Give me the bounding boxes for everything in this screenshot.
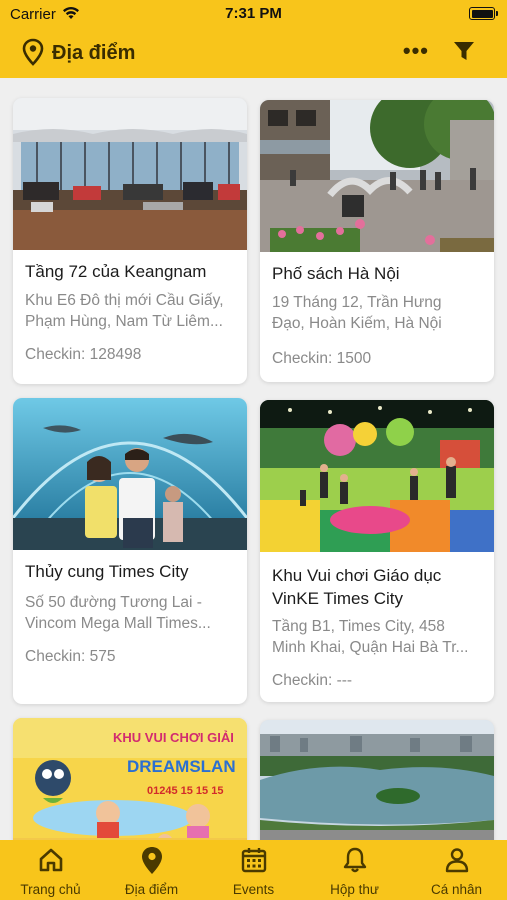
place-card[interactable]: Thủy cung Times City Số 50 đường Tương L…	[13, 398, 247, 704]
place-image	[260, 400, 494, 552]
tab-places[interactable]: Địa điểm	[101, 840, 202, 900]
place-address: Số 50 đường Tương Lai - Vincom Mega Mall…	[25, 594, 211, 632]
place-card[interactable]: KHU VUI CHƠI GIẢI DREAMSLAN 01245 15 15 …	[13, 718, 247, 840]
tab-inbox[interactable]: Hộp thư	[304, 840, 405, 900]
tab-events[interactable]: Events	[203, 840, 304, 900]
place-title: Tầng 72 của Keangnam	[25, 262, 207, 281]
place-image: KHU VUI CHƠI GIẢI DREAMSLAN 01245 15 15 …	[13, 718, 247, 840]
header: Địa điểm •••	[0, 30, 507, 78]
place-address: Khu E6 Đô thị mới Cầu Giấy, Phạm Hùng, N…	[25, 292, 224, 330]
place-title: Khu Vui chơi Giáo dục VinKE Times City	[272, 566, 442, 608]
dreamsland-heading: KHU VUI CHƠI GIẢI	[113, 730, 234, 745]
bell-icon	[343, 847, 366, 873]
place-title: Thủy cung Times City	[25, 562, 189, 581]
checkin-count: Checkin: 128498	[25, 346, 142, 363]
place-card[interactable]: Tầng 72 của Keangnam Khu E6 Đô thị mới C…	[13, 98, 247, 384]
location-pin-icon	[141, 847, 162, 874]
checkin-count: Checkin: 575	[25, 648, 116, 665]
places-grid: Tầng 72 của Keangnam Khu E6 Đô thị mới C…	[0, 78, 507, 840]
place-image	[260, 100, 494, 252]
page-title: Địa điểm	[52, 42, 136, 64]
checkin-count: Checkin: ---	[272, 672, 353, 689]
status-bar: Carrier 7:31 PM	[0, 0, 507, 30]
battery-icon	[469, 7, 498, 20]
filter-icon[interactable]	[453, 40, 475, 62]
place-address: 19 Tháng 12, Trần Hưng Đạo, Hoàn Kiếm, H…	[272, 294, 442, 332]
place-image	[13, 398, 247, 550]
place-image	[260, 720, 494, 840]
tab-label: Trang chủ	[20, 882, 81, 897]
place-image	[13, 98, 247, 250]
place-card[interactable]	[260, 720, 494, 840]
tab-bar: Trang chủ Địa điểm Events Hộp thư Cá nhâ…	[0, 840, 507, 900]
location-pin-icon	[22, 38, 44, 66]
dreamsland-logo-text: DREAMSLAN	[127, 757, 236, 776]
place-address: Tầng B1, Times City, 458 Minh Khai, Quận…	[272, 618, 469, 656]
place-card[interactable]: Phố sách Hà Nội 19 Tháng 12, Trần Hưng Đ…	[260, 100, 494, 382]
calendar-icon	[241, 848, 266, 873]
tab-label: Hộp thư	[330, 882, 379, 897]
place-card[interactable]: Khu Vui chơi Giáo dục VinKE Times City T…	[260, 400, 494, 702]
tab-label: Cá nhân	[430, 882, 483, 897]
clock: 7:31 PM	[225, 5, 282, 22]
checkin-count: Checkin: 1500	[272, 350, 372, 367]
tab-profile[interactable]: Cá nhân	[406, 840, 507, 900]
tab-label: Events	[232, 882, 275, 897]
place-title: Phố sách Hà Nội	[272, 264, 400, 283]
more-options-button[interactable]: •••	[403, 36, 429, 66]
tab-label: Địa điểm	[124, 882, 179, 897]
person-icon	[445, 848, 468, 873]
dreamsland-phone: 01245 15 15 15	[147, 785, 223, 797]
home-icon	[39, 848, 62, 872]
tab-home[interactable]: Trang chủ	[0, 840, 101, 900]
